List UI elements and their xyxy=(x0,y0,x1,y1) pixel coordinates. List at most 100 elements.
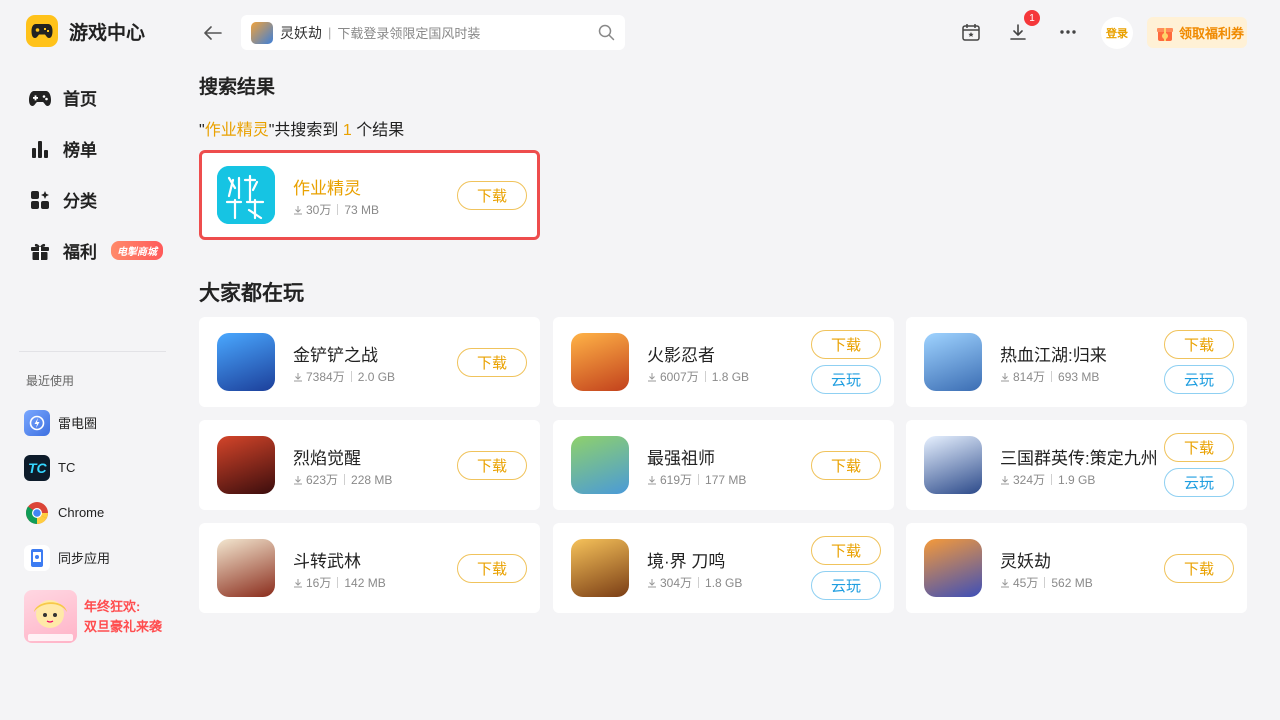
search-separator: | xyxy=(328,25,332,40)
recent-item-sync-app[interactable]: 同步应用 xyxy=(24,535,110,580)
download-count: 324万 xyxy=(1013,473,1046,487)
meta-separator xyxy=(1051,474,1053,485)
download-small-icon xyxy=(1001,578,1009,587)
sidebar-item-ranking[interactable]: 榜单 xyxy=(28,123,178,174)
game-center-logo-icon xyxy=(26,15,58,47)
game-name: 三国群英传:策定九州 xyxy=(1000,449,1158,468)
sidebar-item-label: 榜单 xyxy=(63,141,97,160)
sidebar: 游戏中心 首页 榜单 分类 福利 电掣商城 最近使用 雷电圈 TC TC Chr… xyxy=(0,0,185,720)
download-button[interactable]: 下载 xyxy=(1164,330,1234,359)
file-size: 2.0 GB xyxy=(357,369,396,384)
popular-game-card[interactable]: 热血江湖:归来 814万 693 MB 下载 云玩 xyxy=(906,317,1247,407)
download-count: 30万 xyxy=(306,203,332,217)
game-name: 作业精灵 xyxy=(293,179,361,198)
brand[interactable]: 游戏中心 xyxy=(26,15,145,47)
sidebar-nav: 首页 榜单 分类 福利 电掣商城 xyxy=(28,72,178,276)
recent-label: 雷电圈 xyxy=(58,416,98,431)
popular-game-card[interactable]: 最强祖师 619万 177 MB 下载 xyxy=(553,420,894,510)
calendar-icon[interactable] xyxy=(958,19,984,45)
login-button[interactable]: 登录 xyxy=(1101,17,1133,49)
download-count: 7384万 xyxy=(306,370,345,384)
download-button[interactable]: 下载 xyxy=(811,451,881,480)
search-result-summary: "作业精灵"共搜索到 1 个结果 xyxy=(199,116,404,140)
recent-item-tc[interactable]: TC TC xyxy=(24,445,110,490)
file-size: 73 MB xyxy=(344,202,380,217)
sync-app-icon xyxy=(24,544,50,571)
meta-separator xyxy=(698,474,700,485)
summary-mid: "共搜索到 xyxy=(268,122,339,139)
category-icon xyxy=(28,188,52,212)
gamepad-icon xyxy=(28,86,52,110)
search-result-card[interactable]: 作业精灵 30万 73 MB 下载 xyxy=(199,150,540,240)
file-size: 1.9 GB xyxy=(1058,472,1096,487)
download-button[interactable]: 下载 xyxy=(811,536,881,565)
search-results-title: 搜索结果 xyxy=(199,77,276,98)
recent-item-leidian-circle[interactable]: 雷电圈 xyxy=(24,400,110,445)
back-button[interactable] xyxy=(200,20,226,46)
popular-game-card[interactable]: 金铲铲之战 7384万 2.0 GB 下载 xyxy=(199,317,540,407)
download-small-icon xyxy=(648,578,656,587)
meta-separator xyxy=(698,577,700,588)
download-small-icon xyxy=(294,372,302,381)
more-icon[interactable] xyxy=(1055,19,1081,45)
claim-coupon-button[interactable]: 领取福利券 xyxy=(1147,17,1247,48)
result-count: 1 xyxy=(342,122,352,139)
search-hint: 下载登录领限定国风时装 xyxy=(337,26,481,41)
search-query: 作业精灵 xyxy=(204,122,269,139)
cloud-play-button[interactable]: 云玩 xyxy=(811,571,881,600)
cloud-play-button[interactable]: 云玩 xyxy=(811,365,881,394)
promo-line-2: 双旦豪礼来袭 xyxy=(84,618,163,634)
download-count-badge: 1 xyxy=(1024,10,1040,26)
game-icon xyxy=(571,539,629,597)
cloud-play-button[interactable]: 云玩 xyxy=(1164,468,1234,497)
game-meta: 30万 73 MB xyxy=(293,201,379,218)
popular-game-card[interactable]: 斗转武林 16万 142 MB 下载 xyxy=(199,523,540,613)
promo-banner[interactable]: 年终狂欢: 双旦豪礼来袭 xyxy=(24,590,162,643)
search-game-name: 灵妖劫 xyxy=(280,24,322,41)
sidebar-item-welfare[interactable]: 福利 电掣商城 xyxy=(28,225,178,276)
search-game-thumbnail-icon xyxy=(251,21,273,44)
recent-item-chrome[interactable]: Chrome xyxy=(24,490,110,535)
download-small-icon xyxy=(1001,372,1009,381)
popular-game-card[interactable]: 火影忍者 6007万 1.8 GB 下载 云玩 xyxy=(553,317,894,407)
meta-separator xyxy=(344,474,346,485)
sidebar-divider xyxy=(19,351,166,352)
search-icon[interactable] xyxy=(591,18,621,48)
app-title: 游戏中心 xyxy=(69,22,146,44)
sidebar-item-label: 首页 xyxy=(63,90,97,109)
download-button[interactable]: 下载 xyxy=(811,330,881,359)
game-name: 热血江湖:归来 xyxy=(1000,346,1107,365)
download-button[interactable]: 下载 xyxy=(457,451,527,480)
popular-game-card[interactable]: 三国群英传:策定九州 324万 1.9 GB 下载云玩 xyxy=(906,420,1247,510)
arrow-left-icon xyxy=(204,26,222,40)
sidebar-item-category[interactable]: 分类 xyxy=(28,174,178,225)
popular-game-card[interactable]: 灵妖劫 45万 562 MB 下载 xyxy=(906,523,1247,613)
coupon-label: 领取福利券 xyxy=(1179,26,1245,41)
game-icon xyxy=(924,436,982,494)
meta-separator xyxy=(337,204,339,215)
download-button[interactable]: 下载 xyxy=(457,348,527,377)
file-size: 1.8 GB xyxy=(705,575,743,590)
download-count: 45万 xyxy=(1013,576,1039,590)
download-small-icon xyxy=(294,578,302,587)
sidebar-item-label: 福利 xyxy=(63,243,97,262)
game-name: 境·界 刀鸣 xyxy=(647,552,726,571)
popular-game-card[interactable]: 境·界 刀鸣 304万 1.8 GB 下载云玩 xyxy=(553,523,894,613)
game-meta: 7384万 2.0 GB xyxy=(293,368,395,385)
ranking-icon xyxy=(28,137,52,161)
cloud-play-button[interactable]: 云玩 xyxy=(1164,365,1234,394)
game-meta: 304万 1.8 GB xyxy=(647,574,742,591)
download-small-icon xyxy=(294,205,302,214)
download-button[interactable]: 下载 xyxy=(457,181,527,210)
download-button[interactable]: 下载 xyxy=(1164,554,1234,583)
sidebar-item-home[interactable]: 首页 xyxy=(28,72,178,123)
game-name: 斗转武林 xyxy=(293,552,361,571)
download-button[interactable]: 下载 xyxy=(457,554,527,583)
search-bar[interactable]: 灵妖劫 | 下载登录领限定国风时装 xyxy=(241,15,625,50)
file-size: 562 MB xyxy=(1051,575,1093,590)
game-meta: 16万 142 MB xyxy=(293,574,386,591)
game-icon xyxy=(571,436,629,494)
download-button[interactable]: 下载 xyxy=(1164,433,1234,462)
popular-game-card[interactable]: 烈焰觉醒 623万 228 MB 下载 xyxy=(199,420,540,510)
game-name: 烈焰觉醒 xyxy=(293,449,361,468)
